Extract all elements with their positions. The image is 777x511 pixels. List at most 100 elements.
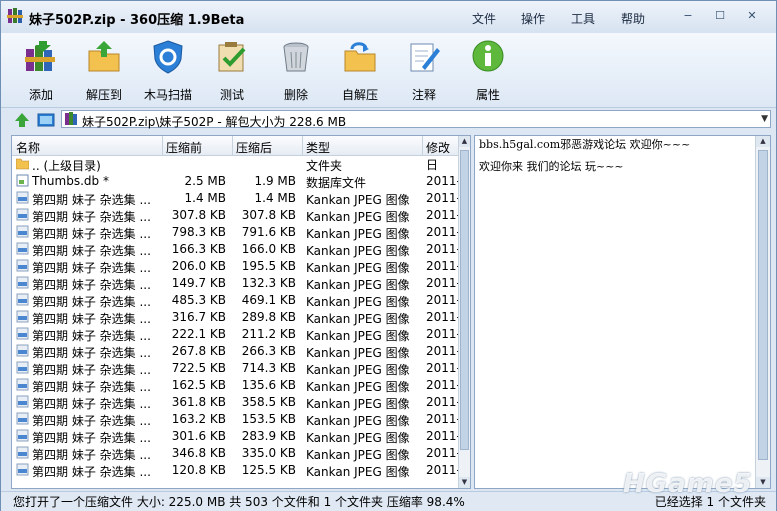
comment-button[interactable]: 注释 [394,39,454,103]
table-row[interactable]: 第四期 妹子 杂选集 ... 163.2 KB 153.5 KB Kankan JPE… [12,411,460,428]
add-button[interactable]: 添加 [11,39,71,103]
original-size-cell: 289.8 KB [241,310,296,324]
column-compressed[interactable]: 压缩前 [166,139,202,156]
table-row[interactable]: 第四期 妹子 杂选集 ... 267.8 KB 266.3 KB Kankan JPE… [12,343,460,360]
file-type-cell: 数据库文件 [306,176,367,190]
extract-to-button[interactable]: 解压到 [74,39,134,103]
path-combobox[interactable]: 妹子502P.zip\妹子502P - 解包大小为 228.6 MB ▼ [61,110,771,129]
scroll-up-arrow[interactable]: ▲ [459,136,470,147]
original-size-cell: 283.9 KB [241,429,296,443]
properties-label: 属性 [475,88,500,102]
jpeg-file-icon [16,344,29,357]
file-type-cell: Kankan JPEG 图像 [306,193,410,207]
file-list[interactable]: 名称 压缩前 压缩后 类型 修改日 .. (上级目录) 文件夹 Thumbs.db … [11,135,471,489]
table-row[interactable]: 第四期 妹子 杂选集 ... 301.6 KB 283.9 KB Kankan JPE… [12,428,460,445]
table-row[interactable]: 第四期 妹子 杂选集 ... 1.4 MB 1.4 MB Kankan JPEG 图像… [12,190,460,207]
preview-scroll-down[interactable]: ▼ [756,477,770,488]
jpeg-file-icon [16,395,29,408]
jpeg-file-icon [16,276,29,289]
chevron-down-icon[interactable]: ▼ [761,114,768,124]
maximize-button[interactable]: ☐ [709,7,731,24]
test-button[interactable]: 测试 [202,39,262,103]
table-row[interactable]: 第四期 妹子 杂选集 ... 798.3 KB 791.6 KB Kankan JPE… [12,224,460,241]
scroll-down-arrow[interactable]: ▼ [459,477,470,488]
compressed-size-cell: 163.2 KB [171,412,226,426]
menu-operation[interactable]: 操作 [521,10,545,27]
preview-scroll-thumb[interactable] [758,150,768,460]
modified-date-cell: 2011- [426,191,460,205]
parent-directory-row[interactable]: .. (上级目录) 文件夹 [12,156,460,173]
jpeg-file-icon [16,378,29,391]
original-size-cell: 335.0 KB [241,446,296,460]
database-file-icon [16,174,29,187]
compressed-size-cell: 120.8 KB [171,463,226,477]
close-button[interactable]: ✕ [741,7,763,24]
menu-help[interactable]: 帮助 [621,10,645,27]
file-name-cell: 第四期 妹子 杂选集 ... [32,210,151,224]
file-name-cell: .. (上级目录) [32,159,101,173]
column-type[interactable]: 类型 [306,139,330,156]
trojan-scan-button[interactable]: 木马扫描 [138,39,198,103]
jpeg-file-icon [16,446,29,459]
path-text: 妹子502P.zip\妹子502P - 解包大小为 228.6 MB [82,115,347,129]
original-size-cell: 1.4 MB [254,191,296,205]
minimize-button[interactable]: − [677,7,699,24]
jpeg-file-icon [16,310,29,323]
table-row[interactable]: 第四期 妹子 杂选集 ... 162.5 KB 135.6 KB Kankan JPE… [12,377,460,394]
original-size-cell: 1.9 MB [254,174,296,188]
file-name-cell: 第四期 妹子 杂选集 ... [32,278,151,292]
table-row[interactable]: 第四期 妹子 杂选集 ... 346.8 KB 335.0 KB Kankan JPE… [12,445,460,462]
compressed-size-cell: 162.5 KB [171,378,226,392]
modified-date-cell: 2011- [426,259,460,273]
jpeg-file-icon [16,225,29,238]
modified-date-cell: 2011- [426,310,460,324]
file-type-cell: Kankan JPEG 图像 [306,346,410,360]
list-scrollbar[interactable]: ▲ ▼ [458,136,470,488]
status-summary: 您打开了一个压缩文件 大小: 225.0 MB 共 503 个文件和 1 个文件… [13,495,465,509]
scroll-thumb[interactable] [460,150,469,450]
table-row[interactable]: 第四期 妹子 杂选集 ... 722.5 KB 714.3 KB Kankan JPE… [12,360,460,377]
compressed-size-cell: 267.8 KB [171,344,226,358]
preview-scroll-up[interactable]: ▲ [756,136,770,147]
table-row[interactable]: 第四期 妹子 杂选集 ... 222.1 KB 211.2 KB Kankan JPE… [12,326,460,343]
column-name[interactable]: 名称 [16,139,40,156]
original-size-cell: 469.1 KB [241,293,296,307]
self-extract-button[interactable]: 自解压 [330,39,390,103]
table-row[interactable]: Thumbs.db * 2.5 MB 1.9 MB 数据库文件 2011- [12,173,460,190]
table-row[interactable]: 第四期 妹子 杂选集 ... 307.8 KB 307.8 KB Kankan JPE… [12,207,460,224]
jpeg-file-icon [16,463,29,476]
modified-date-cell: 2011- [426,344,460,358]
list-header: 名称 压缩前 压缩后 类型 修改日 [12,136,460,172]
file-type-cell: Kankan JPEG 图像 [306,227,410,241]
table-row[interactable]: 第四期 妹子 杂选集 ... 149.7 KB 132.3 KB Kankan JPE… [12,275,460,292]
watermark-logo: HGame5 [623,469,753,499]
file-type-cell: Kankan JPEG 图像 [306,465,410,479]
compressed-size-cell: 307.8 KB [171,208,226,222]
view-mode-icon[interactable] [37,111,55,129]
column-original[interactable]: 压缩后 [236,139,272,156]
self-extract-label: 自解压 [341,88,378,102]
compressed-size-cell: 222.1 KB [171,327,226,341]
window-title: 妹子502P.zip - 360压缩 1.9Beta [29,13,245,28]
table-row[interactable]: 第四期 妹子 杂选集 ... 166.3 KB 166.0 KB Kankan JPE… [12,241,460,258]
table-row[interactable]: 第四期 妹子 杂选集 ... 316.7 KB 289.8 KB Kankan JPE… [12,309,460,326]
modified-date-cell: 2011- [426,276,460,290]
table-row[interactable]: 第四期 妹子 杂选集 ... 206.0 KB 195.5 KB Kankan JPE… [12,258,460,275]
menu-file[interactable]: 文件 [472,10,496,27]
menu-tools[interactable]: 工具 [571,10,595,27]
table-row[interactable]: 第四期 妹子 杂选集 ... 120.8 KB 125.5 KB Kankan JPE… [12,462,460,479]
original-size-cell: 714.3 KB [241,361,296,375]
original-size-cell: 153.5 KB [241,412,296,426]
up-arrow-icon[interactable] [13,111,31,129]
jpeg-file-icon [16,293,29,306]
title-bar[interactable]: 妹子502P.zip - 360压缩 1.9Beta 文件 操作 工具 帮助 −… [1,1,776,33]
preview-scrollbar[interactable]: ▲ ▼ [755,136,770,488]
info-icon [472,40,504,72]
table-row[interactable]: 第四期 妹子 杂选集 ... 361.8 KB 358.5 KB Kankan JPE… [12,394,460,411]
file-name-cell: 第四期 妹子 杂选集 ... [32,448,151,462]
delete-button[interactable]: 删除 [266,39,326,103]
app-window: 妹子502P.zip - 360压缩 1.9Beta 文件 操作 工具 帮助 −… [0,0,777,511]
properties-button[interactable]: 属性 [458,39,518,103]
file-name-cell: 第四期 妹子 杂选集 ... [32,227,151,241]
table-row[interactable]: 第四期 妹子 杂选集 ... 485.3 KB 469.1 KB Kankan JPE… [12,292,460,309]
